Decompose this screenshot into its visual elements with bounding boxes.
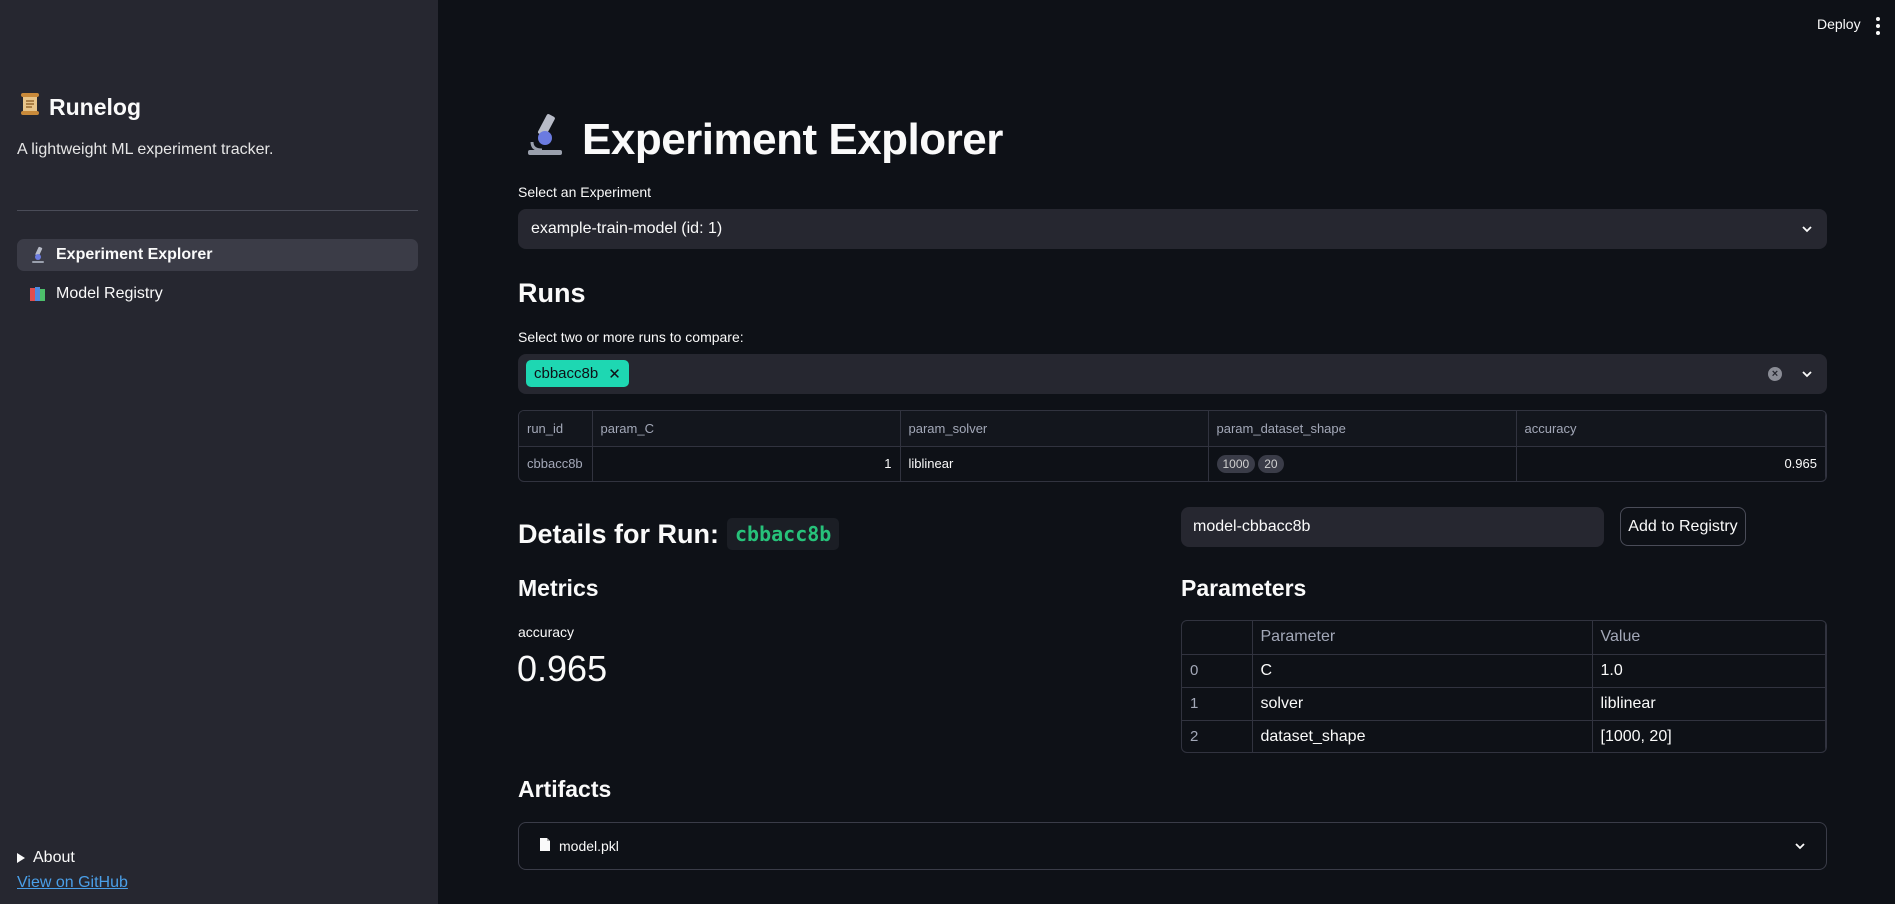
param-value: [1000, 20] [1592, 720, 1826, 752]
metrics-heading: Metrics [518, 575, 599, 601]
parameters-table[interactable]: Parameter Value 0 C 1.0 1 solver libline… [1181, 620, 1827, 753]
about-expander[interactable]: About [17, 849, 75, 867]
clear-selection-icon[interactable]: × [1768, 367, 1782, 381]
param-name: C [1252, 654, 1593, 688]
cell-accuracy[interactable]: 0.965 [1516, 446, 1826, 481]
table-row: 2 dataset_shape [1000, 20] [1182, 720, 1826, 752]
column-header: Parameter [1252, 621, 1593, 655]
microscope-icon [522, 112, 568, 167]
add-to-registry-button[interactable]: Add to Registry [1620, 507, 1746, 546]
more-menu-icon[interactable] [1876, 17, 1880, 35]
table-row: 1 solver liblinear [1182, 687, 1826, 721]
run-id-code: cbbacc8b [727, 518, 840, 550]
details-heading-text: Details for Run: [518, 518, 720, 549]
experiment-select[interactable]: example-train-model (id: 1) [518, 209, 1827, 249]
sidebar-item-label: Experiment Explorer [56, 246, 213, 263]
shape-pill: 20 [1258, 454, 1284, 473]
deploy-button[interactable]: Deploy [1817, 16, 1861, 32]
sidebar-item-model-registry[interactable]: Model Registry [17, 278, 418, 310]
column-header[interactable]: param_C [592, 411, 901, 447]
runs-select-label: Select two or more runs to compare: [518, 329, 744, 345]
github-link[interactable]: View on GitHub [17, 874, 128, 892]
param-name: solver [1252, 687, 1593, 721]
chip-label: cbbacc8b [534, 365, 599, 382]
file-icon [539, 837, 551, 855]
metric-label: accuracy [518, 624, 575, 640]
row-index: 2 [1182, 720, 1253, 752]
model-name-input[interactable] [1181, 507, 1604, 547]
column-header: Value [1592, 621, 1826, 655]
chip-remove-icon[interactable]: ✕ [608, 365, 621, 383]
page-title: Experiment Explorer [522, 112, 1003, 167]
app-tagline: A lightweight ML experiment tracker. [17, 141, 274, 158]
cell-param-solver[interactable]: liblinear [900, 446, 1209, 481]
param-name: dataset_shape [1252, 720, 1593, 752]
runs-heading: Runs [518, 278, 586, 308]
sidebar-item-label: Model Registry [56, 285, 163, 302]
shape-pill: 1000 [1216, 454, 1256, 473]
table-row: 0 C 1.0 [1182, 654, 1826, 688]
app-brand: Runelog [19, 92, 141, 122]
caret-right-icon [17, 853, 25, 863]
sidebar-item-experiment-explorer[interactable]: Experiment Explorer [17, 239, 418, 271]
row-index: 0 [1182, 654, 1253, 688]
runs-table[interactable]: run_id param_C param_solver param_datase… [518, 410, 1827, 482]
sidebar: Runelog A lightweight ML experiment trac… [0, 0, 438, 904]
column-header [1182, 621, 1253, 655]
runs-multiselect[interactable]: × [518, 354, 1827, 394]
details-heading: Details for Run: cbbacc8b [518, 518, 840, 550]
cell-param-c[interactable]: 1 [592, 446, 901, 481]
experiment-select-label: Select an Experiment [518, 184, 652, 200]
artifacts-heading: Artifacts [518, 776, 612, 802]
scroll-icon [19, 92, 41, 122]
column-header[interactable]: param_solver [900, 411, 1209, 447]
artifact-expander[interactable]: model.pkl [518, 822, 1827, 870]
sidebar-divider [17, 210, 418, 211]
chevron-down-icon [1802, 226, 1812, 233]
about-label: About [33, 849, 75, 866]
column-header[interactable]: param_dataset_shape [1208, 411, 1517, 447]
artifact-name: model.pkl [559, 838, 619, 854]
cell-param-dataset-shape[interactable]: 1000 20 [1208, 446, 1517, 481]
metric-value: 0.965 [517, 648, 608, 689]
chevron-down-icon [1795, 843, 1805, 850]
experiment-select-value: example-train-model (id: 1) [531, 220, 723, 237]
table-row[interactable]: cbbacc8b 1 liblinear 1000 20 0.965 [519, 446, 1826, 481]
microscope-icon [28, 245, 48, 265]
cell-run-id[interactable]: cbbacc8b [519, 446, 593, 481]
param-value: 1.0 [1592, 654, 1826, 688]
books-icon [28, 284, 48, 304]
app-name: Runelog [49, 93, 141, 120]
selected-run-chip[interactable]: cbbacc8b ✕ [526, 360, 629, 387]
chevron-down-icon [1802, 371, 1812, 378]
param-value: liblinear [1592, 687, 1826, 721]
row-index: 1 [1182, 687, 1253, 721]
parameters-heading: Parameters [1181, 575, 1307, 601]
page-title-text: Experiment Explorer [582, 114, 1003, 164]
column-header[interactable]: run_id [519, 411, 593, 447]
column-header[interactable]: accuracy [1516, 411, 1826, 447]
